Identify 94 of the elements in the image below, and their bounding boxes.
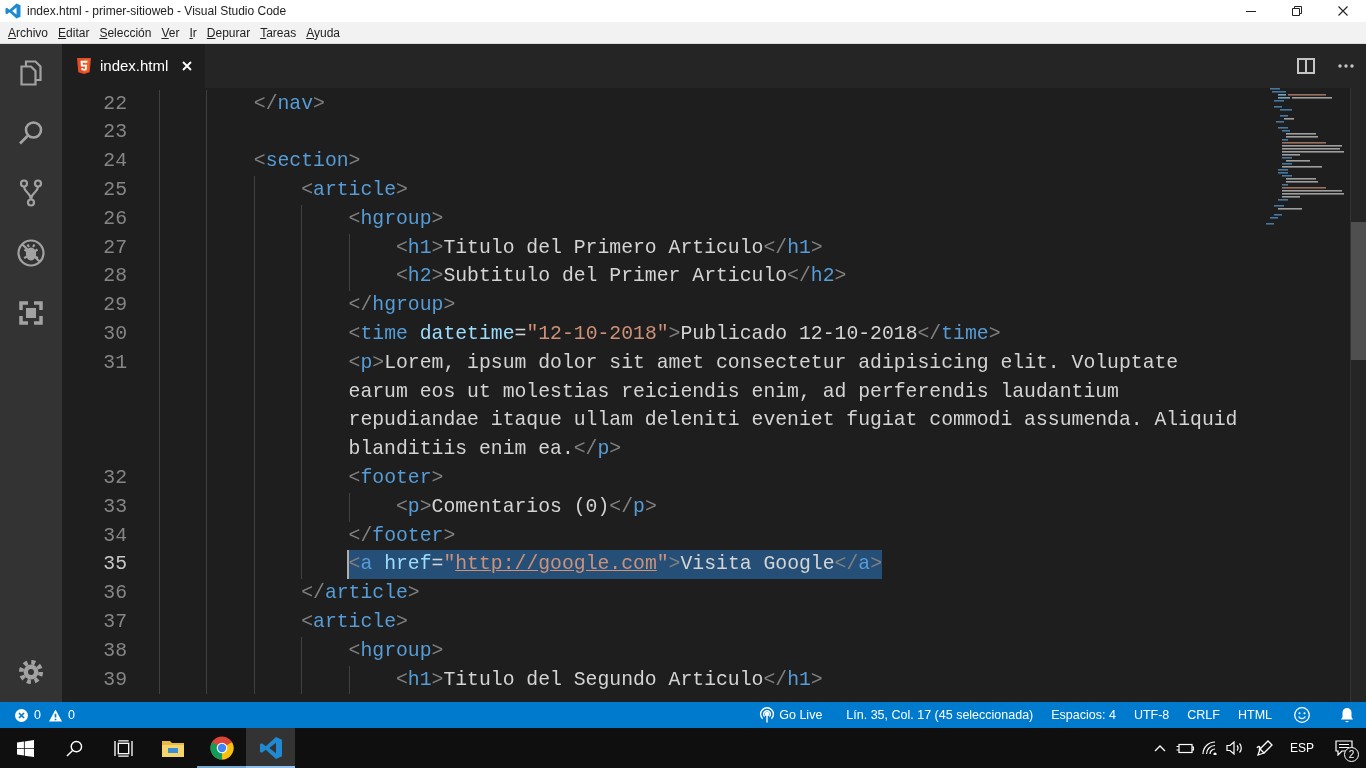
line-number: 23 (102, 120, 127, 146)
editor-tab[interactable]: index.html (62, 44, 205, 88)
line-number: 37 (102, 609, 127, 635)
errors-button[interactable]: 0 (15, 705, 41, 725)
status-item[interactable]: HTML (1237, 705, 1272, 725)
line-number: 38 (102, 638, 127, 664)
line-number: 31 (102, 350, 127, 376)
smiley-icon (1294, 707, 1310, 723)
code-line: <h1>Titulo del Segundo Articulo</h1> (395, 667, 823, 693)
windows-logo-icon (17, 739, 34, 757)
status-item[interactable]: CRLF (1187, 705, 1220, 725)
files-icon (17, 59, 45, 87)
notification-count: 2 (1344, 747, 1359, 762)
code-line: <hgroup> (348, 206, 444, 232)
settings-icon (18, 659, 44, 685)
line-number: 24 (102, 149, 127, 175)
browser-icon (209, 736, 234, 760)
code-line: </footer> (348, 523, 456, 549)
line-number: 39 (102, 667, 127, 693)
line-number: 28 (102, 264, 127, 290)
wifi-icon (1202, 741, 1218, 755)
line-number: 36 (102, 581, 127, 607)
menu-item[interactable]: Ir (184, 23, 202, 42)
code-line: <footer> (348, 465, 444, 491)
speaker-icon (1226, 741, 1244, 755)
menu-item[interactable]: Archivo (3, 23, 54, 42)
error-icon (15, 708, 28, 722)
line-number: 33 (102, 494, 127, 520)
code-line: <h1>Titulo del Primero Articulo</h1> (395, 235, 823, 261)
bug-icon (17, 239, 45, 267)
go-live-button[interactable]: Go Live (759, 705, 823, 725)
code-line: repudiandae itaque ullam deleniti eveniet fugiat commodi assumenda. Aliquid (348, 408, 1238, 434)
restore-icon (1292, 6, 1302, 16)
action-center-button[interactable]: 2 (1322, 728, 1366, 768)
code-line: </nav> (253, 91, 325, 117)
pen-icon (1256, 739, 1274, 757)
warnings-button[interactable]: 0 (48, 705, 75, 725)
menu-item[interactable]: Selección (94, 23, 157, 42)
branch-icon (17, 179, 45, 207)
code-line: <time datetime="12-10-2018">Publicado 12-10-2018</time> (348, 321, 1001, 347)
code-line: <article> (301, 178, 408, 203)
code-line: blanditiis enim ea.</p> (348, 437, 622, 463)
chevron-up-icon (1154, 744, 1166, 752)
line-number: 25 (102, 178, 127, 203)
folder-icon (161, 739, 184, 757)
line-number: 32 (102, 465, 127, 491)
code-line: <p>Comentarios (0)</p> (395, 494, 657, 520)
message-icon (1335, 740, 1353, 756)
scrollbar[interactable] (1350, 88, 1366, 702)
html-file-icon (77, 58, 91, 74)
split-editor-icon (1297, 58, 1315, 74)
code-line: </hgroup> (348, 293, 456, 319)
scrollbar-thumb[interactable] (1351, 222, 1366, 360)
language-button[interactable]: ESP (1282, 728, 1322, 768)
extensions-icon (17, 299, 45, 327)
battery-icon (1176, 742, 1194, 754)
broadcast-icon (759, 707, 776, 723)
search-icon (66, 739, 83, 757)
line-number: 22 (102, 91, 127, 117)
more-icon (1338, 64, 1354, 68)
task-view-icon (114, 739, 133, 757)
menu-item[interactable]: Tareas (255, 23, 302, 42)
code-line: </article> (301, 581, 420, 607)
warning-icon (48, 708, 62, 722)
line-number: 29 (102, 293, 127, 319)
feedback-button[interactable] (1294, 707, 1310, 723)
code-line: earum eos ut molestias reiciendis enim, ad perferendis laudantium (348, 379, 1119, 405)
status-item[interactable]: UTF-8 (1133, 705, 1170, 725)
app-logo-icon (258, 736, 283, 760)
status-item[interactable]: Espacios: 4 (1051, 705, 1116, 725)
code-editor-button[interactable] (246, 728, 295, 768)
menu-item[interactable]: Depurar (201, 23, 256, 42)
code-line: <hgroup> (348, 638, 444, 664)
line-number: 30 (102, 321, 127, 347)
code-line: <section> (253, 149, 361, 175)
close-icon (1338, 6, 1348, 16)
line-number: 26 (102, 206, 127, 232)
app-logo-icon (5, 3, 21, 19)
notifications-button[interactable] (1340, 707, 1354, 723)
code-line: <h2>Subtitulo del Primer Articulo</h2> (395, 264, 847, 290)
code-line: <article> (301, 609, 408, 635)
line-number: 27 (102, 235, 127, 261)
window-title: index.html - primer-sitioweb - Visual Studio Code (27, 3, 287, 20)
code-line: <p>Lorem, ipsum dolor sit amet consectetur adipisicing elit. Voluptate (348, 350, 1179, 376)
line-number: 35 (102, 552, 127, 578)
tab-close-button[interactable] (181, 60, 193, 72)
close-icon (182, 61, 192, 71)
status-item[interactable]: Lín. 35, Col. 17 (45 seleccionada) (846, 705, 1034, 725)
line-number: 34 (102, 523, 127, 549)
menu-item[interactable]: Editar (53, 23, 95, 42)
menu-item[interactable]: Ver (156, 23, 185, 42)
bell-icon (1340, 707, 1354, 723)
search-icon (17, 119, 45, 147)
menu-item[interactable]: Ayuda (301, 23, 345, 42)
